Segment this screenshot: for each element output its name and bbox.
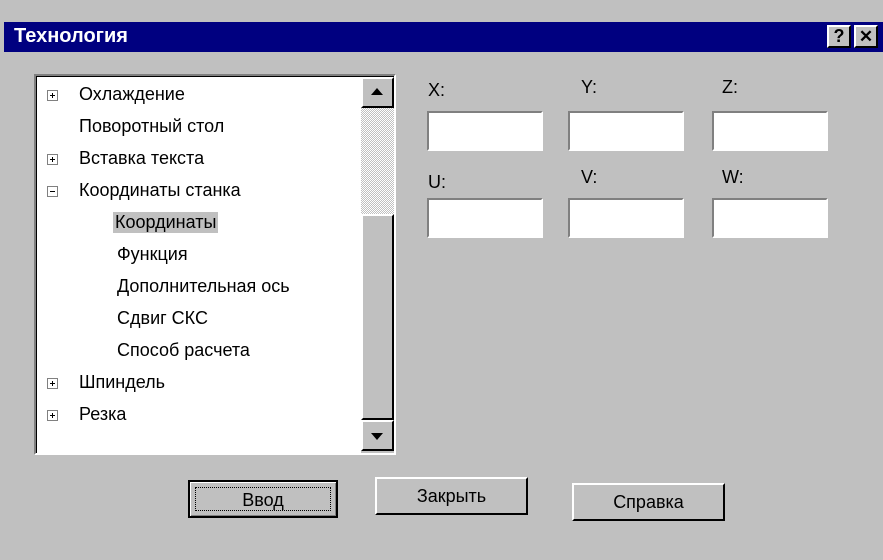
tree-scrollbar[interactable] bbox=[361, 77, 394, 453]
expand-plus-icon[interactable] bbox=[47, 378, 58, 389]
expand-plus-icon[interactable] bbox=[47, 410, 58, 421]
enter-button-label: Ввод bbox=[195, 487, 331, 511]
v-label: V: bbox=[581, 167, 598, 187]
collapse-minus-icon[interactable] bbox=[47, 186, 58, 197]
tree-item-function[interactable]: Функция bbox=[37, 241, 357, 270]
scroll-track[interactable] bbox=[361, 108, 394, 214]
tree-item-label: Координаты bbox=[113, 212, 219, 233]
technology-dialog: Технология ? ✕ Охлаждение Поворотный сто… bbox=[0, 0, 883, 560]
tree-item-label: Дополнительная ось bbox=[117, 276, 290, 296]
tree-item-spindle[interactable]: Шпиндель bbox=[37, 369, 357, 398]
tree-item-cutting[interactable]: Резка bbox=[37, 401, 357, 430]
enter-button[interactable]: Ввод bbox=[188, 480, 338, 518]
window-title: Технология bbox=[14, 25, 128, 47]
x-label: X: bbox=[428, 80, 446, 100]
tree-item-label: Поворотный стол bbox=[79, 116, 225, 136]
tree-item-label: Шпиндель bbox=[79, 372, 166, 392]
tree-item-coordinates[interactable]: Координаты bbox=[37, 209, 357, 238]
help-button[interactable]: Справка bbox=[572, 483, 725, 521]
close-title-button[interactable]: ✕ bbox=[854, 25, 878, 48]
w-label: W: bbox=[722, 167, 744, 187]
w-field[interactable] bbox=[712, 198, 828, 238]
tree-item-label: Сдвиг СКС bbox=[117, 308, 208, 328]
tree-item-shift-cks[interactable]: Сдвиг СКС bbox=[37, 305, 357, 334]
tree-item-calc-method[interactable]: Способ расчета bbox=[37, 337, 357, 366]
u-label: U: bbox=[428, 172, 446, 192]
y-field[interactable] bbox=[568, 111, 684, 151]
expand-plus-icon[interactable] bbox=[47, 154, 58, 165]
z-field[interactable] bbox=[712, 111, 828, 151]
help-title-button[interactable]: ? bbox=[827, 25, 851, 48]
u-field[interactable] bbox=[427, 198, 543, 238]
scroll-down-button[interactable] bbox=[361, 420, 394, 451]
tree-item-additional-axis[interactable]: Дополнительная ось bbox=[37, 273, 357, 302]
tree-item-cooling[interactable]: Охлаждение bbox=[37, 81, 357, 110]
y-label: Y: bbox=[581, 77, 598, 97]
close-button[interactable]: Закрыть bbox=[375, 477, 528, 515]
expand-plus-icon[interactable] bbox=[47, 90, 58, 101]
title-bar[interactable]: Технология ? ✕ bbox=[4, 22, 883, 52]
scroll-up-button[interactable] bbox=[361, 77, 394, 108]
v-field[interactable] bbox=[568, 198, 684, 238]
scroll-thumb[interactable] bbox=[361, 214, 394, 420]
tree-item-insert-text[interactable]: Вставка текста bbox=[37, 145, 357, 174]
tree-item-label: Координаты станка bbox=[79, 180, 241, 200]
tree-item-label: Способ расчета bbox=[117, 340, 250, 360]
settings-tree[interactable]: Охлаждение Поворотный стол Вставка текст… bbox=[34, 74, 396, 455]
x-field[interactable] bbox=[427, 111, 543, 151]
arrow-up-icon bbox=[371, 88, 383, 95]
tree-item-label: Резка bbox=[79, 404, 127, 424]
arrow-down-icon bbox=[371, 433, 383, 440]
tree-item-label: Функция bbox=[117, 244, 188, 264]
tree-item-label: Вставка текста bbox=[79, 148, 205, 168]
tree-item-rotary-table[interactable]: Поворотный стол bbox=[37, 113, 357, 142]
tree-item-label: Охлаждение bbox=[79, 84, 185, 104]
tree-item-machine-coordinates[interactable]: Координаты станка bbox=[37, 177, 357, 206]
z-label: Z: bbox=[722, 77, 738, 97]
